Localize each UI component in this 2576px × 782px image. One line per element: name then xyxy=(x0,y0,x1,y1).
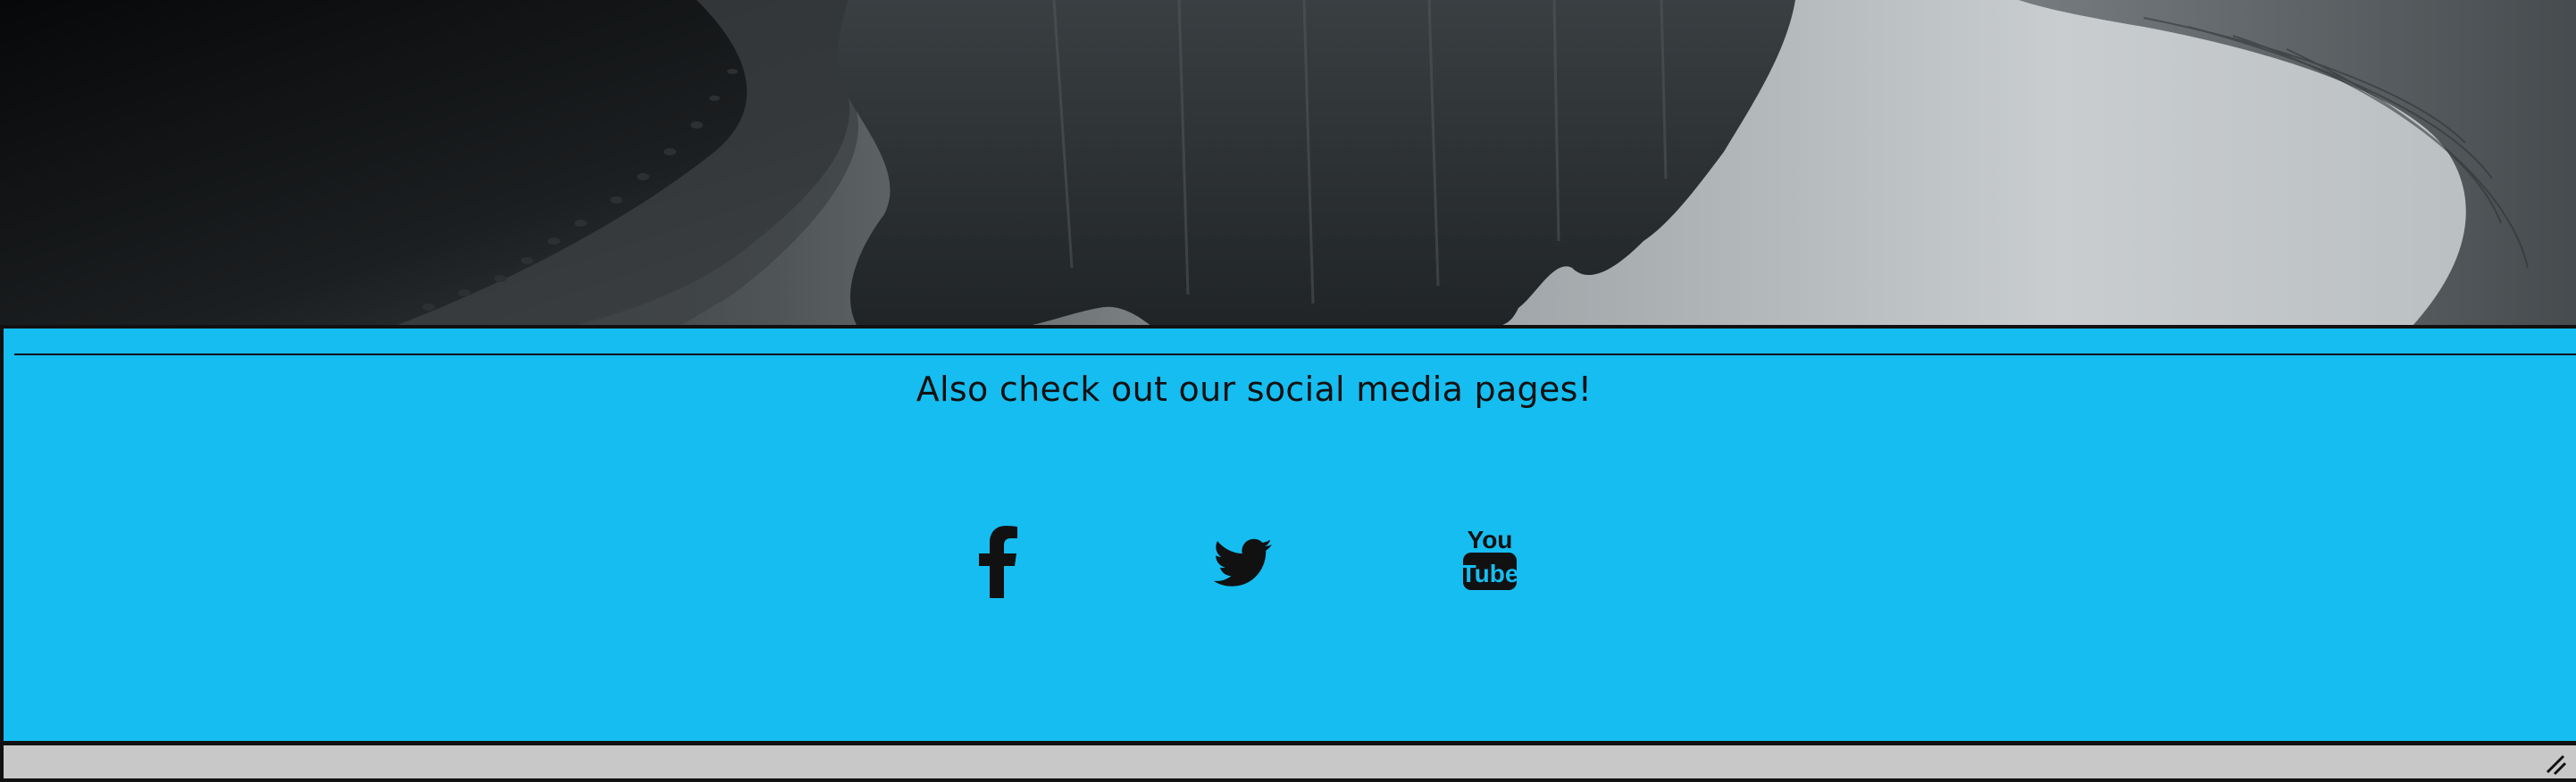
twitter-link[interactable] xyxy=(1213,521,1275,602)
youtube-logo-top: You xyxy=(1468,526,1513,553)
hero-photo xyxy=(0,0,2576,327)
social-media-section: Also check out our social media pages! Y… xyxy=(0,325,2576,745)
bottom-status-bar xyxy=(0,743,2576,782)
facebook-link[interactable] xyxy=(970,521,1024,602)
page: Also check out our social media pages! Y… xyxy=(0,0,2576,782)
twitter-icon xyxy=(1213,538,1272,586)
facebook-icon xyxy=(979,526,1017,598)
mountain-reflection-photo xyxy=(0,0,2576,327)
resize-grip-icon[interactable] xyxy=(2544,753,2567,776)
youtube-link[interactable]: You Tube xyxy=(1461,521,1518,602)
social-heading: Also check out our social media pages! xyxy=(916,370,1593,409)
youtube-logo-bottom: Tube xyxy=(1461,560,1518,587)
social-icons-row: You Tube xyxy=(970,521,1542,602)
youtube-icon: You Tube xyxy=(1461,526,1518,590)
section-divider xyxy=(14,354,2576,355)
